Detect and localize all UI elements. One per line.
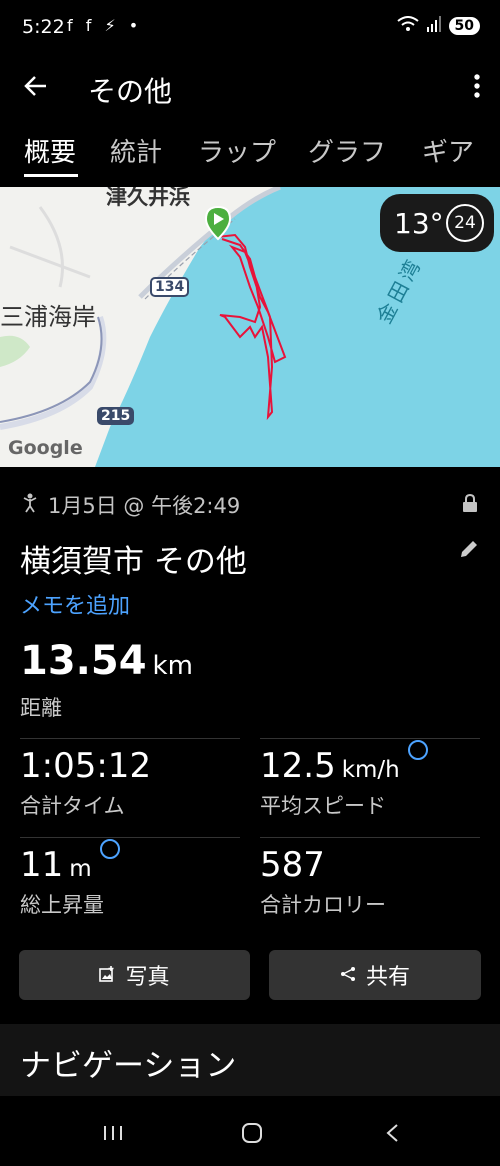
more-options-icon[interactable] [472,72,482,100]
divider [20,738,240,739]
avg-speed-label: 平均スピード [260,794,386,818]
ascent-value: 11 m [20,839,120,885]
share-icon [340,963,356,988]
wind-speed-icon: 24 [446,204,484,242]
add-note-link[interactable]: メモを追加 [20,588,130,620]
active-tab-indicator [24,174,78,177]
notification-icons: f f ⚡ • [67,16,143,35]
ascent-label: 総上昇量 [20,893,104,917]
activity-meta: 1月5日 @ 午後2:49 [22,490,240,520]
page-title: その他 [88,75,173,108]
signal-icon [426,16,441,36]
share-button[interactable]: 共有 [269,950,481,1000]
route-215-shield: 215 [97,407,135,425]
navigation-section-title: ナビゲーション [20,1048,237,1084]
calories-label: 合計カロリー [260,893,386,917]
divider [260,837,480,838]
wifi-icon [396,16,419,36]
temperature: 13° [394,206,444,240]
system-back-icon[interactable] [382,1122,404,1148]
distance-label: 距離 [20,696,62,720]
total-time-label: 合計タイム [20,794,125,818]
edit-icon[interactable] [458,538,480,560]
photo-add-icon [99,963,115,988]
activity-type-icon [22,493,38,518]
status-time: 5:22 [22,16,65,38]
lock-icon[interactable] [462,493,478,512]
tab-gear[interactable]: ギア [422,132,474,169]
battery-indicator: 50 [448,17,480,35]
photo-button[interactable]: 写真 [19,950,250,1000]
heart-rate-badge-icon [407,740,428,760]
calories-value: 587 [260,845,325,885]
activity-datetime: 1月5日 @ 午後2:49 [48,494,241,518]
status-right: 50 [396,16,480,36]
back-arrow-icon[interactable] [22,72,50,100]
activity-name: 横須賀市 その他 [20,544,247,580]
divider [260,738,480,739]
home-icon[interactable] [241,1122,263,1148]
distance-value: 13.54 km [20,638,193,684]
google-logo: Google [8,437,83,459]
map-label-miura: 三浦海岸 [0,303,96,331]
total-time-value: 1:05:12 [20,746,152,786]
map-label-tsukui: 津久井浜 [106,187,190,209]
recent-apps-icon[interactable] [102,1122,124,1148]
avg-speed-value: 12.5 km/h [260,740,428,786]
barometer-badge-icon [99,839,120,859]
weather-badge: 13° 24 [380,194,494,252]
route-134-shield: 134 [150,277,190,297]
divider [20,837,240,838]
tab-overview[interactable]: 概要 [24,132,76,169]
tab-laps[interactable]: ラップ [198,132,276,169]
tab-graph[interactable]: グラフ [308,132,386,169]
tab-stats[interactable]: 統計 [110,132,162,169]
